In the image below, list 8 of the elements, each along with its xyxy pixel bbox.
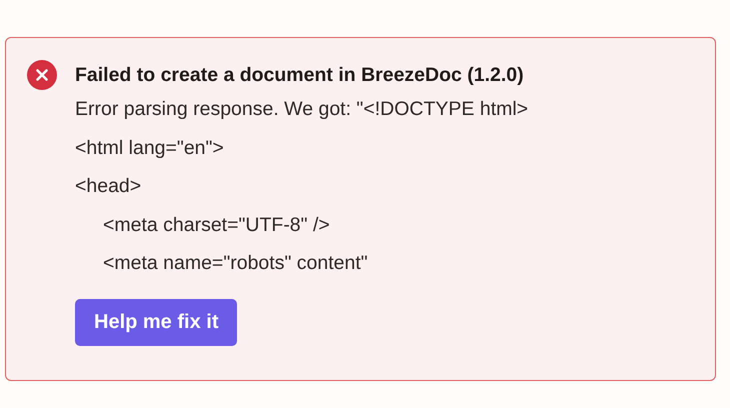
error-icon (27, 60, 57, 90)
help-button[interactable]: Help me fix it (75, 298, 238, 346)
code-line: <meta name="robots" content" (103, 251, 368, 276)
code-line: <meta charset="UTF-8" /> (103, 212, 330, 238)
error-message: Error parsing response. We got: "<!DOCTYPE html> (75, 97, 528, 122)
code-line: <head> (75, 174, 142, 199)
alert-title: Failed to create a document in BreezeDoc (1.2.0) (75, 63, 525, 88)
code-line: <html lang="en"> (75, 136, 224, 160)
